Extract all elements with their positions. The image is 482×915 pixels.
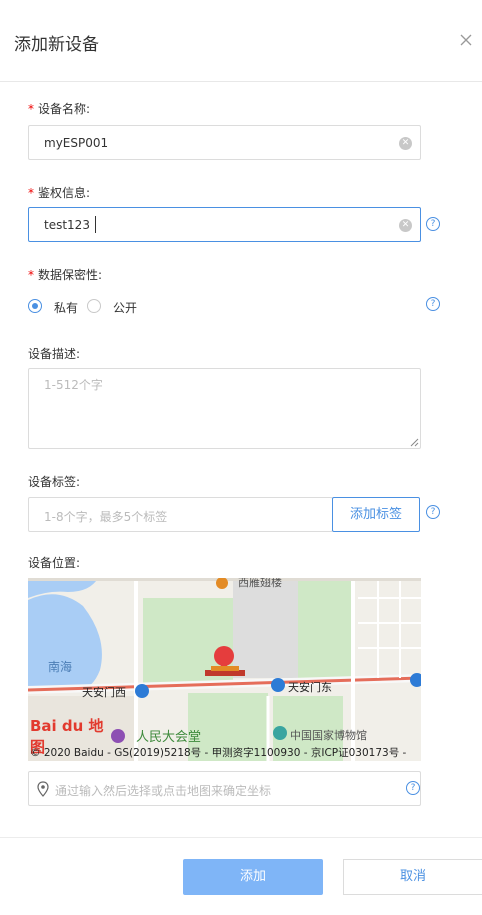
clear-icon[interactable]: ✕ — [399, 219, 412, 232]
device-name-label-text: 设备名称: — [38, 102, 91, 116]
radio-public-label[interactable]: 公开 — [113, 299, 137, 316]
auth-info-input[interactable]: test123 ✕ — [28, 207, 421, 242]
help-icon[interactable]: ? — [426, 297, 440, 311]
tags-placeholder: 1-8个字，最多5个标签 — [44, 510, 168, 524]
radio-private[interactable] — [28, 299, 42, 313]
location-pin-icon — [37, 781, 49, 797]
radio-private-label[interactable]: 私有 — [54, 299, 78, 316]
description-placeholder: 1-512个字 — [44, 378, 103, 392]
help-icon[interactable]: ? — [426, 217, 440, 231]
location-map[interactable]: 西雁翅楼 南海 天安门西 天安门东 人民大会堂 中国国家博物馆 Bai du 地… — [28, 578, 421, 761]
help-icon[interactable]: ? — [426, 505, 440, 519]
location-search-placeholder: 通过输入然后选择或点击地图来确定坐标 — [55, 784, 272, 798]
map-label-tiananmen-west: 天安门西 — [82, 686, 126, 699]
text-cursor — [95, 216, 96, 233]
device-tags-input[interactable]: 1-8个字，最多5个标签 — [28, 497, 333, 532]
add-button[interactable]: 添加 — [183, 859, 323, 895]
device-tags-label: 设备标签: — [28, 475, 81, 489]
required-marker: * — [28, 268, 34, 282]
map-label-tiananmen-east: 天安门东 — [288, 681, 332, 694]
map-label-xiyanchilou: 西雁翅楼 — [238, 578, 282, 589]
required-marker: * — [28, 186, 34, 200]
resize-handle-icon[interactable] — [410, 438, 419, 447]
auth-info-value: test123 — [44, 218, 90, 232]
data-secrecy-label-text: 数据保密性: — [38, 268, 103, 282]
device-description-label: 设备描述: — [28, 347, 81, 361]
map-label-nanhai: 南海 — [48, 660, 73, 674]
footer-divider — [0, 837, 482, 838]
baidu-map-logo: Bai du 地图 — [30, 715, 104, 756]
auth-info-label: * 鉴权信息: — [28, 184, 90, 201]
data-secrecy-label: * 数据保密性: — [28, 266, 102, 283]
device-name-value: myESP001 — [44, 136, 109, 150]
device-name-input[interactable]: myESP001 ✕ — [28, 125, 421, 160]
help-icon[interactable]: ? — [406, 781, 420, 795]
dialog-title: 添加新设备 — [14, 35, 99, 55]
device-description-textarea[interactable]: 1-512个字 — [28, 368, 421, 449]
location-search-input[interactable]: 通过输入然后选择或点击地图来确定坐标 ? — [28, 771, 421, 806]
map-copyright: © 2020 Baidu - GS(2019)5218号 - 甲测资字11009… — [30, 747, 407, 759]
cancel-button[interactable]: 取消 — [343, 859, 482, 895]
device-location-label: 设备位置: — [28, 556, 81, 570]
header-divider — [0, 81, 482, 82]
device-name-label: * 设备名称: — [28, 100, 90, 117]
add-tag-button[interactable]: 添加标签 — [332, 497, 420, 532]
clear-icon[interactable]: ✕ — [399, 137, 412, 150]
close-icon[interactable] — [456, 30, 476, 50]
auth-info-label-text: 鉴权信息: — [38, 186, 91, 200]
map-label-great-hall: 人民大会堂 — [136, 730, 202, 745]
radio-public[interactable] — [87, 299, 101, 313]
map-label-national-museum: 中国国家博物馆 — [290, 729, 367, 742]
required-marker: * — [28, 102, 34, 116]
